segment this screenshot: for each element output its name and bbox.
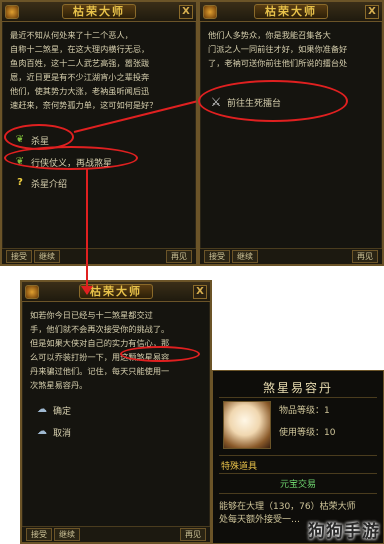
titlebar[interactable]: 枯荣大师 X	[2, 2, 196, 22]
dialog-footer: 接受 继续 再见	[2, 248, 196, 264]
close-button[interactable]: X	[365, 5, 379, 19]
lantern-icon	[5, 5, 19, 19]
option-label: 确定	[53, 406, 72, 417]
annotation-arrow-vertical	[86, 168, 88, 294]
question-icon: ?	[17, 177, 23, 188]
item-level: 物品等级：1	[279, 406, 330, 416]
option-cancel[interactable]: ☁ 取消	[36, 424, 71, 440]
speech-bubble-icon: ☁	[37, 426, 47, 437]
annotation-circle-go-arena	[198, 80, 348, 122]
option-star-intro[interactable]: ? 杀星介绍	[14, 175, 67, 191]
close-button[interactable]: X	[193, 285, 207, 299]
npc-dialog-text: 他们人多势众，你是我能召集各大 门派之人一同前往才好，如果你准备好 了，老衲可送…	[208, 30, 348, 68]
lantern-icon	[203, 5, 217, 19]
goodbye-button[interactable]: 再见	[166, 250, 192, 263]
item-description: 能够在大理（130，76）枯荣大师	[219, 502, 356, 512]
dialog-panel-right: 枯荣大师 X 他们人多势众，你是我能召集各大 门派之人一同前往才好，如果你准备好…	[198, 0, 384, 266]
accept-tab[interactable]: 接受	[26, 528, 52, 541]
use-level: 使用等级：10	[279, 428, 336, 438]
continue-tab[interactable]: 继续	[34, 250, 60, 263]
divider	[219, 455, 377, 456]
divider	[219, 397, 377, 398]
dialog-footer: 接受 继续 再见	[200, 248, 382, 264]
item-description-cont: 处每天额外接受一…	[219, 515, 301, 525]
item-name: 煞星易容丹	[262, 381, 333, 395]
lantern-icon	[25, 285, 39, 299]
npc-dialog-text: 最近不知从何处来了十二个恶人， 自称十二煞星，在这大理内横行无忌， 鱼肉百姓，这…	[10, 30, 158, 110]
divider	[219, 473, 377, 474]
annotation-circle-fight-again	[4, 146, 138, 170]
accept-tab[interactable]: 接受	[204, 250, 230, 263]
annotation-arrow-head	[81, 286, 93, 295]
continue-tab[interactable]: 继续	[54, 528, 80, 541]
item-category: 特殊道具	[221, 462, 258, 472]
dialog-title: 枯荣大师	[254, 4, 328, 19]
dialog-title: 枯荣大师	[62, 4, 136, 19]
site-watermark: 狗狗手游	[308, 522, 380, 542]
goodbye-button[interactable]: 再见	[180, 528, 206, 541]
titlebar[interactable]: 枯荣大师 X	[200, 2, 382, 22]
close-button[interactable]: X	[179, 5, 193, 19]
dialog-footer: 接受 继续 再见	[22, 526, 210, 542]
pill-item-icon	[223, 401, 271, 449]
titlebar[interactable]: 枯荣大师 X	[22, 282, 210, 302]
dialog-panel-bottom: 枯荣大师 X 如若你今日已经与十二煞星都交过 手，他们就不会再次接受你的挑战了。…	[20, 280, 212, 544]
annotation-circle-pill-text	[120, 346, 200, 362]
goodbye-button[interactable]: 再见	[352, 250, 378, 263]
divider	[219, 493, 377, 494]
trade-type: 元宝交易	[279, 480, 316, 490]
option-label: 杀星介绍	[31, 179, 68, 190]
accept-tab[interactable]: 接受	[6, 250, 32, 263]
speech-bubble-icon: ☁	[37, 404, 47, 415]
continue-tab[interactable]: 继续	[232, 250, 258, 263]
option-confirm[interactable]: ☁ 确定	[36, 402, 71, 418]
option-label: 取消	[53, 428, 72, 439]
